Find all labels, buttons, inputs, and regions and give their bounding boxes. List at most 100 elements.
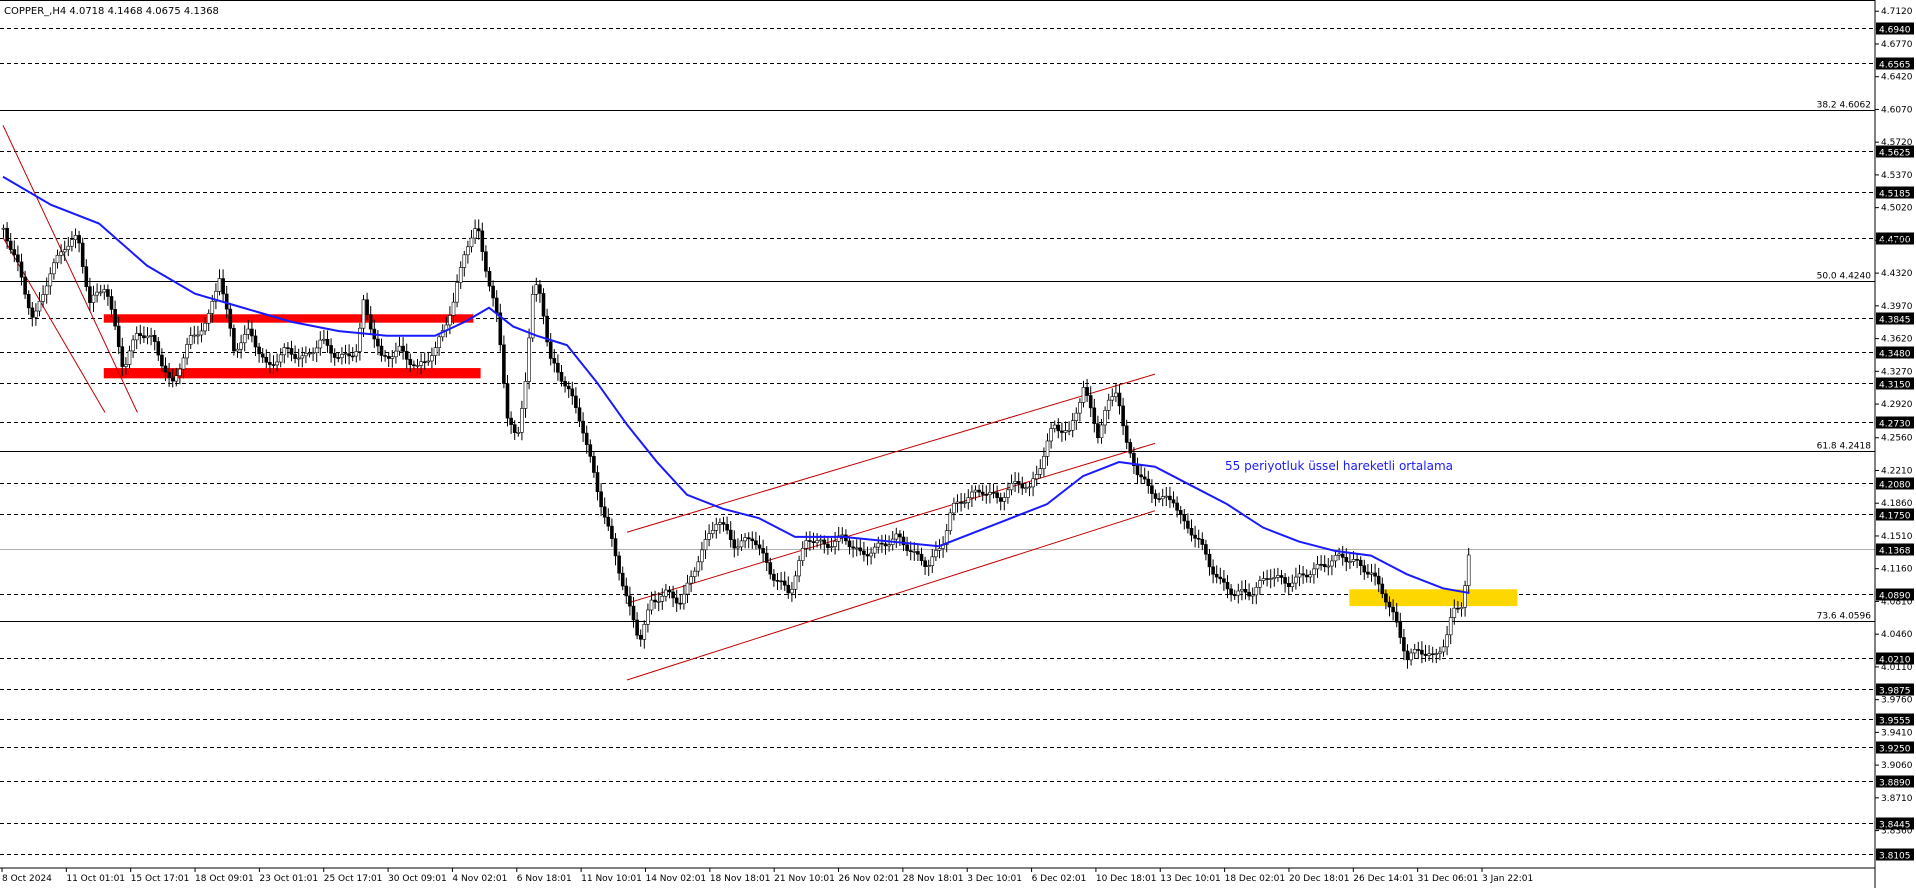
candle-body-114	[412, 364, 416, 367]
candle-body-208	[750, 538, 755, 542]
candle-body-327	[1178, 509, 1183, 515]
candle-body-254	[916, 551, 920, 555]
candle-body-386	[1391, 606, 1395, 613]
candle-body-184	[664, 589, 668, 597]
candle-body-85	[307, 352, 312, 355]
candle-body-0	[1, 227, 6, 230]
candle-body-105	[379, 345, 384, 356]
price-tick-label-7: 4.4670	[1881, 236, 1913, 246]
candle-body-150	[541, 293, 546, 317]
candle-body-343	[1236, 590, 1241, 596]
candle-body-29	[106, 289, 110, 297]
candle-body-245	[883, 543, 888, 547]
candle-body-155	[559, 371, 564, 382]
time-label-8: 6 Nov 18:01	[517, 874, 572, 884]
candle-body-79	[286, 347, 290, 349]
candle-body-306	[1103, 410, 1107, 426]
candle-body-318	[1146, 478, 1151, 487]
candle-body-14	[52, 262, 56, 275]
candle-body-81	[293, 354, 297, 359]
candle-body-12	[44, 285, 49, 295]
candle-body-72	[260, 353, 265, 358]
price-tick-label-23: 3.9060	[1881, 761, 1913, 771]
candle-body-369	[1330, 560, 1334, 567]
candle-body-121	[437, 336, 441, 348]
candle-body-270	[973, 489, 978, 493]
level-label-6: 4.3480	[1879, 350, 1911, 360]
candle-body-268	[966, 497, 971, 503]
candle-body-127	[458, 267, 463, 283]
level-label-7: 4.3150	[1879, 381, 1911, 391]
candle-body-67	[242, 334, 247, 344]
level-label-15: 3.9250	[1879, 745, 1911, 755]
candle-body-167	[602, 506, 607, 518]
candle-body-120	[433, 347, 438, 356]
level-label-16: 3.8890	[1879, 779, 1911, 789]
candle-body-329	[1186, 520, 1190, 529]
candle-body-80	[289, 348, 294, 355]
candle-body-21	[77, 235, 81, 244]
candle-body-342	[1232, 594, 1237, 597]
candle-body-281	[1013, 481, 1017, 484]
candle-body-293	[1056, 424, 1061, 432]
price-chart[interactable]: 38.2 4.6062 50.0 4.4240 61.8 4.2418 73.6 4.…	[0, 0, 1916, 888]
candle-body-7	[26, 293, 31, 309]
candle-body-111	[401, 345, 405, 352]
candle-body-170	[613, 538, 618, 557]
candle-body-395	[1423, 653, 1428, 656]
candle-body-345	[1243, 589, 1248, 593]
candle-body-378	[1362, 565, 1367, 573]
candle-body-180	[649, 599, 654, 611]
candle-body-236	[851, 546, 855, 549]
fib-label-2: 61.8 4.2418	[1817, 442, 1872, 452]
candle-body-71	[257, 346, 261, 355]
candle-body-22	[80, 242, 85, 267]
candle-body-276	[995, 492, 999, 498]
candle-body-248	[894, 533, 899, 540]
candle-body-352	[1268, 578, 1273, 580]
candle-body-100	[361, 299, 366, 329]
candle-body-173	[624, 585, 629, 597]
candle-body-186	[671, 591, 675, 599]
candle-body-90	[325, 338, 330, 346]
candle-body-60	[217, 278, 222, 292]
candle-body-299	[1078, 402, 1082, 414]
candle-body-272	[980, 491, 985, 495]
candle-body-273	[984, 494, 989, 496]
candle-body-220	[793, 575, 798, 590]
candle-body-141	[509, 417, 513, 425]
candle-body-158	[570, 388, 575, 397]
candle-body-55	[199, 330, 204, 336]
candle-body-109	[394, 350, 398, 358]
candle-body-56	[203, 322, 207, 332]
candle-body-33	[120, 346, 125, 367]
candle-body-82	[296, 357, 301, 360]
candle-body-207	[746, 537, 751, 540]
time-label-1: 11 Oct 01:01	[66, 874, 125, 884]
time-label-12: 21 Nov 10:01	[774, 874, 835, 884]
time-label-7: 4 Nov 02:01	[452, 874, 507, 884]
candle-body-142	[512, 424, 517, 433]
price-tick-label-16: 4.1510	[1881, 532, 1913, 542]
candle-body-74	[268, 361, 272, 365]
candle-body-119	[430, 355, 434, 362]
candle-body-102	[368, 314, 373, 330]
candle-body-195	[703, 539, 708, 551]
time-label-2: 15 Oct 17:01	[131, 874, 190, 884]
candle-body-324	[1168, 495, 1172, 501]
candle-body-242	[872, 546, 877, 554]
candle-body-322	[1160, 496, 1165, 500]
candle-body-391	[1409, 652, 1413, 661]
candle-body-68	[246, 328, 251, 335]
candle-body-192	[692, 570, 697, 577]
time-label-22: 31 Dec 06:01	[1418, 874, 1479, 884]
time-label-18: 13 Dec 10:01	[1160, 874, 1221, 884]
candle-body-35	[127, 350, 132, 365]
candle-body-274	[988, 492, 992, 495]
candle-body-390	[1405, 650, 1410, 661]
candle-body-204	[736, 546, 740, 549]
price-tick-label-17: 4.1160	[1881, 565, 1913, 575]
candle-body-66	[239, 342, 243, 350]
candle-body-332	[1196, 537, 1201, 540]
candle-body-312	[1124, 425, 1129, 443]
